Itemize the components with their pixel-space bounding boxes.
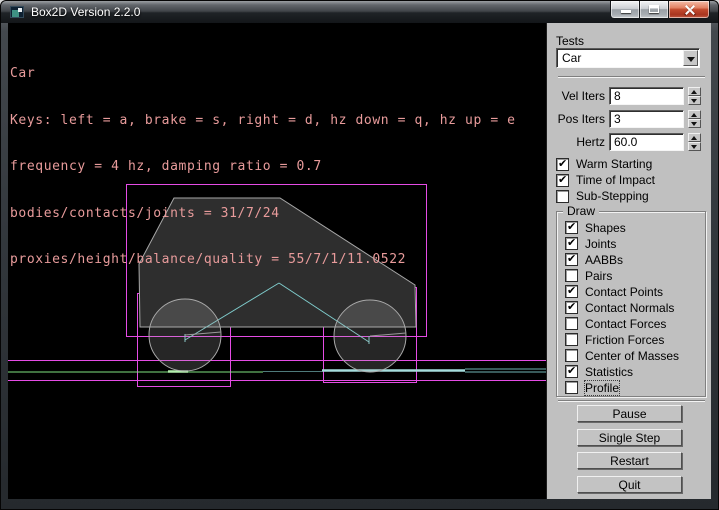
tests-dropdown[interactable]: Car (556, 48, 700, 68)
single-step-button[interactable]: Single Step (577, 429, 682, 446)
simulation-canvas[interactable]: Car Keys: left = a, brake = s, right = d… (8, 23, 546, 499)
spinner-up-icon[interactable] (688, 87, 701, 96)
tests-dropdown-value: Car (562, 51, 581, 65)
checkbox-icon (565, 381, 578, 394)
spinner-down-icon[interactable] (688, 119, 701, 128)
window-title: Box2D Version 2.2.0 (31, 5, 140, 19)
checkbox-icon (565, 349, 578, 362)
checkbox-sub-stepping[interactable]: Sub-Stepping (556, 189, 649, 203)
checkbox-icon (556, 174, 569, 187)
checkbox-icon (565, 317, 578, 330)
checkbox-pairs[interactable]: Pairs (565, 269, 679, 282)
checkbox-icon (565, 269, 578, 282)
checkbox-shapes[interactable]: Shapes (565, 221, 679, 234)
close-button[interactable] (669, 1, 710, 19)
minimize-button[interactable] (610, 1, 640, 19)
checkbox-aabbs[interactable]: AABBs (565, 253, 679, 266)
dropdown-arrow-button[interactable] (683, 50, 698, 66)
close-icon (684, 5, 695, 14)
maximize-icon (649, 5, 659, 13)
hertz-label: Hertz (547, 135, 605, 149)
app-icon (10, 6, 24, 18)
quit-button[interactable]: Quit (577, 476, 682, 493)
checkbox-icon (565, 301, 578, 314)
checkbox-icon (565, 253, 578, 266)
minimize-icon (621, 10, 631, 13)
checkbox-warm-starting[interactable]: Warm Starting (556, 157, 652, 171)
hertz-stepper (688, 133, 701, 151)
pos-iters-stepper (688, 110, 701, 128)
hertz-input[interactable] (609, 133, 684, 151)
checkbox-profile[interactable]: Profile (565, 381, 679, 394)
draw-group-box: Draw Shapes Joints AABBs (556, 211, 706, 397)
overlay-line-keys: Keys: left = a, brake = s, right = d, hz… (10, 113, 516, 129)
checkbox-icon (565, 221, 578, 234)
draw-group-title: Draw (563, 204, 599, 218)
spinner-down-icon[interactable] (688, 96, 701, 105)
checkbox-contact-normals[interactable]: Contact Normals (565, 301, 679, 314)
vel-iters-input[interactable] (609, 87, 684, 105)
control-panel: Tests Car Vel Iters Pos Iters Hertz (546, 23, 711, 499)
separator (558, 400, 705, 402)
overlay-line-statistics: bodies/contacts/joints = 31/7/24 (10, 206, 516, 222)
checkbox-statistics[interactable]: Statistics (565, 365, 679, 378)
overlay-line-frequency: frequency = 4 hz, damping ratio = 0.7 (10, 159, 516, 175)
checkbox-icon (556, 190, 569, 203)
overlay-line-quality: proxies/height/balance/quality = 55/7/1/… (10, 252, 516, 268)
pos-iters-label: Pos Iters (547, 112, 605, 126)
app-window: Box2D Version 2.2.0 (0, 0, 719, 510)
checkbox-icon (565, 285, 578, 298)
checkbox-icon (556, 158, 569, 171)
tests-label: Tests (556, 34, 584, 48)
separator (558, 76, 705, 78)
spinner-down-icon[interactable] (688, 142, 701, 151)
checkbox-contact-forces[interactable]: Contact Forces (565, 317, 679, 330)
restart-button[interactable]: Restart (577, 452, 682, 469)
checkbox-friction-forces[interactable]: Friction Forces (565, 333, 679, 346)
checkbox-icon (565, 333, 578, 346)
chevron-down-icon (687, 57, 695, 62)
checkbox-joints[interactable]: Joints (565, 237, 679, 250)
maximize-button[interactable] (640, 1, 669, 19)
spinner-up-icon[interactable] (688, 110, 701, 119)
checkbox-center-of-masses[interactable]: Center of Masses (565, 349, 679, 362)
pos-iters-input[interactable] (609, 110, 684, 128)
debug-text-overlay: Car Keys: left = a, brake = s, right = d… (10, 35, 516, 299)
checkbox-icon (565, 365, 578, 378)
spinner-up-icon[interactable] (688, 133, 701, 142)
pause-button[interactable]: Pause (577, 405, 682, 422)
vel-iters-label: Vel Iters (547, 89, 605, 103)
checkbox-icon (565, 237, 578, 250)
checkbox-time-of-impact[interactable]: Time of Impact (556, 173, 655, 187)
title-bar[interactable]: Box2D Version 2.2.0 (1, 1, 718, 23)
vel-iters-stepper (688, 87, 701, 105)
overlay-line-title: Car (10, 66, 516, 82)
checkbox-contact-points[interactable]: Contact Points (565, 285, 679, 298)
